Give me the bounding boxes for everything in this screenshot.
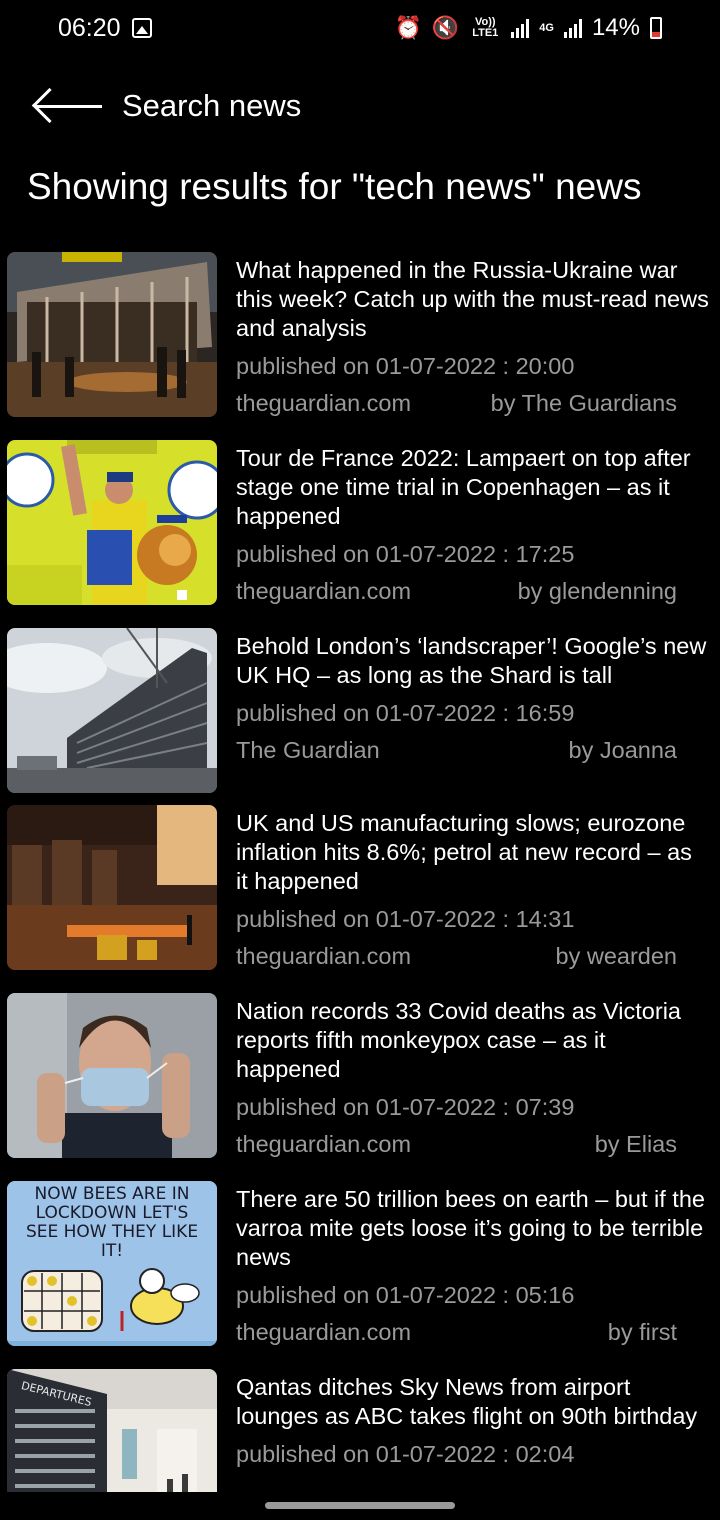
- news-date: published on 01-07-2022 : 20:00: [236, 353, 575, 379]
- status-time: 06:20: [58, 14, 121, 42]
- news-headline: What happened in the Russia-Ukraine war …: [236, 257, 709, 341]
- news-date: published on 01-07-2022 : 07:39: [236, 1094, 575, 1120]
- alarm-icon: ⏰: [394, 15, 422, 40]
- news-headline: Nation records 33 Covid deaths as Victor…: [236, 998, 681, 1082]
- status-icons: ⏰ 🔇 Vo)) LTE1 4G 14%: [394, 14, 662, 42]
- news-thumbnail: DEPARTURES: [7, 1369, 217, 1492]
- battery-percent: 14%: [591, 14, 640, 41]
- cartoon-caption: NOW BEES ARE IN LOCKDOWN LET'S SEE HOW T…: [25, 1184, 199, 1261]
- news-source: theguardian.com: [236, 1319, 412, 1345]
- battery-icon: [650, 17, 662, 39]
- app-header: Search news: [0, 78, 720, 138]
- 4g-icon: 4G: [539, 21, 554, 34]
- volte-icon: Vo)) LTE1: [472, 16, 499, 39]
- news-headline: UK and US manufacturing slows; eurozone …: [236, 810, 692, 894]
- signal-icon: [511, 18, 530, 38]
- news-source: theguardian.com: [236, 1131, 412, 1157]
- news-author: by Joanna: [568, 737, 677, 763]
- news-thumbnail: [7, 805, 217, 970]
- status-bar: 06:20 ⏰ 🔇 Vo)) LTE1 4G 14%: [0, 0, 720, 58]
- news-thumbnail: [7, 252, 217, 417]
- news-thumbnail: [7, 440, 217, 605]
- news-thumbnail: [7, 993, 217, 1158]
- home-indicator[interactable]: [265, 1502, 455, 1509]
- news-date: published on 01-07-2022 : 17:25: [236, 541, 575, 567]
- news-author: by first: [607, 1319, 677, 1345]
- news-date: published on 01-07-2022 : 02:04: [236, 1441, 575, 1467]
- news-source: theguardian.com: [236, 578, 412, 604]
- news-headline: Behold London’s ‘landscraper’! Google’s …: [236, 633, 707, 688]
- news-thumbnail: [7, 628, 217, 793]
- news-author: by glendenning: [517, 578, 677, 604]
- back-button[interactable]: [30, 84, 106, 128]
- news-date: published on 01-07-2022 : 05:16: [236, 1282, 575, 1308]
- news-author: by Elias: [594, 1131, 677, 1157]
- news-thumbnail: NOW BEES ARE IN LOCKDOWN LET'S SEE HOW T…: [7, 1181, 217, 1346]
- arrow-shaft: [36, 105, 102, 108]
- news-source: The Guardian: [236, 737, 380, 763]
- news-date: published on 01-07-2022 : 14:31: [236, 906, 575, 932]
- news-headline: Qantas ditches Sky News from airport lou…: [236, 1374, 698, 1429]
- news-source: theguardian.com: [236, 390, 412, 416]
- news-headline: Tour de France 2022: Lampaert on top aft…: [236, 445, 691, 529]
- news-source: theguardian.com: [236, 943, 412, 969]
- image-icon: [132, 18, 152, 38]
- page-title: Search news: [122, 88, 302, 123]
- news-headline: There are 50 trillion bees on earth – bu…: [236, 1186, 705, 1270]
- signal-icon-2: [563, 18, 582, 38]
- results-heading: Showing results for "tech news" news: [27, 166, 642, 207]
- news-date: published on 01-07-2022 : 16:59: [236, 700, 575, 726]
- news-author: by The Guardians: [490, 390, 677, 416]
- news-author: by wearden: [555, 943, 678, 969]
- mute-icon: 🔇: [431, 15, 460, 40]
- news-list[interactable]: What happened in the Russia-Ukraine war …: [0, 252, 720, 1492]
